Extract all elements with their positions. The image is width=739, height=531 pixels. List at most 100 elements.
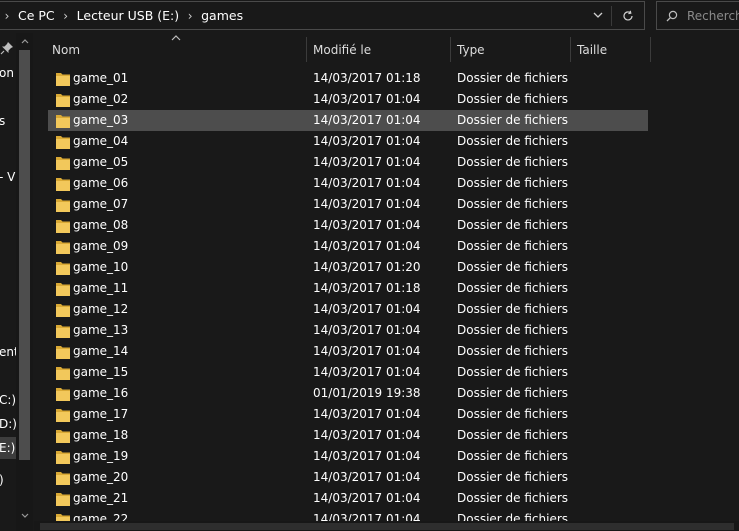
file-row[interactable]: game_04 14/03/2017 01:04 Dossier de fichie… (48, 131, 648, 152)
file-type: Dossier de fichiers (457, 344, 569, 358)
file-modified-date: 14/03/2017 01:04 (313, 92, 421, 106)
folder-icon (56, 325, 70, 338)
file-type: Dossier de fichiers (457, 92, 569, 106)
folder-icon (56, 388, 70, 401)
file-type: Dossier de fichiers (457, 428, 569, 442)
file-name: game_20 (73, 470, 129, 484)
file-row[interactable]: game_02 14/03/2017 01:04 Dossier de fichie… (48, 89, 648, 110)
file-row[interactable]: game_15 14/03/2017 01:04 Dossier de fichie… (48, 362, 648, 383)
column-resize-handle[interactable] (570, 37, 571, 62)
file-name: game_07 (73, 197, 129, 211)
folder-icon (56, 304, 70, 317)
breadcrumb-item-usb-drive[interactable]: Lecteur USB (E:) (74, 2, 182, 29)
folder-icon (56, 346, 70, 359)
nav-item-fragment[interactable]: on (0, 66, 14, 80)
file-row[interactable]: game_20 14/03/2017 01:04 Dossier de fichie… (48, 467, 648, 488)
horizontal-scrollbar-thumb[interactable] (40, 523, 734, 530)
nav-scrollbar-thumb[interactable] (19, 50, 30, 460)
breadcrumb-separator-icon[interactable]: › (182, 2, 198, 29)
file-type: Dossier de fichiers (457, 113, 569, 127)
file-row[interactable]: game_18 14/03/2017 01:04 Dossier de fichie… (48, 425, 648, 446)
file-modified-date: 14/03/2017 01:04 (313, 239, 421, 253)
file-row[interactable]: game_19 14/03/2017 01:04 Dossier de fichie… (48, 446, 648, 467)
address-bar[interactable]: › Ce PC › Lecteur USB (E:) › games (0, 1, 645, 30)
address-bar-area: › Ce PC › Lecteur USB (E:) › games Reche… (0, 0, 739, 33)
nav-item-drive-c[interactable]: C:) (0, 393, 16, 407)
navigation-pane: on s - V ent C:) D:) E:) ) (0, 33, 34, 531)
file-row[interactable]: game_08 14/03/2017 01:04 Dossier de fichie… (48, 215, 648, 236)
folder-icon (56, 283, 70, 296)
file-type: Dossier de fichiers (457, 302, 569, 316)
file-modified-date: 14/03/2017 01:04 (313, 344, 421, 358)
file-modified-date: 14/03/2017 01:04 (313, 113, 421, 127)
nav-scroll-up-button[interactable] (16, 33, 33, 49)
file-name: game_14 (73, 344, 129, 358)
file-row[interactable]: game_01 14/03/2017 01:18 Dossier de fichie… (48, 68, 648, 89)
nav-item-fragment[interactable]: ) (0, 473, 4, 487)
file-type: Dossier de fichiers (457, 176, 569, 190)
file-type: Dossier de fichiers (457, 407, 569, 421)
folder-icon (56, 262, 70, 275)
file-row[interactable]: game_03 14/03/2017 01:04 Dossier de fichie… (48, 110, 648, 131)
file-row[interactable]: game_12 14/03/2017 01:04 Dossier de fichie… (48, 299, 648, 320)
file-name: game_03 (73, 113, 129, 127)
nav-scroll-down-button[interactable] (16, 507, 33, 523)
file-name: game_18 (73, 428, 129, 442)
breadcrumb-separator-icon[interactable]: › (0, 2, 15, 29)
file-modified-date: 14/03/2017 01:04 (313, 470, 421, 484)
file-row[interactable]: game_05 14/03/2017 01:04 Dossier de fichie… (48, 152, 648, 173)
file-modified-date: 14/03/2017 01:04 (313, 155, 421, 169)
file-row[interactable]: game_06 14/03/2017 01:04 Dossier de fichie… (48, 173, 648, 194)
file-modified-date: 14/03/2017 01:04 (313, 449, 421, 463)
file-name: game_01 (73, 71, 129, 85)
pin-icon[interactable] (0, 41, 14, 55)
file-modified-date: 14/03/2017 01:18 (313, 281, 421, 295)
refresh-button[interactable] (613, 2, 643, 29)
column-header-name[interactable]: Nom (47, 33, 305, 66)
breadcrumb-item-games[interactable]: games (198, 2, 246, 29)
breadcrumb-separator-icon[interactable]: › (58, 2, 74, 29)
search-box[interactable]: Recherch (656, 1, 739, 30)
file-row[interactable]: game_16 01/01/2019 19:38 Dossier de fichie… (48, 383, 648, 404)
nav-item-fragment[interactable]: - V (0, 170, 15, 184)
chevron-up-icon (21, 38, 28, 43)
address-history-dropdown[interactable] (587, 2, 609, 29)
file-name: game_12 (73, 302, 129, 316)
column-resize-handle[interactable] (450, 37, 451, 62)
horizontal-scrollbar[interactable] (34, 521, 739, 531)
file-type: Dossier de fichiers (457, 491, 569, 505)
file-name: game_05 (73, 155, 129, 169)
breadcrumb-item-this-pc[interactable]: Ce PC (15, 2, 58, 29)
file-row[interactable]: game_10 14/03/2017 01:20 Dossier de fichie… (48, 257, 648, 278)
chevron-down-icon (21, 513, 28, 518)
search-input[interactable]: Recherch (687, 9, 739, 23)
file-row[interactable]: game_17 14/03/2017 01:04 Dossier de fichie… (48, 404, 648, 425)
file-name: game_21 (73, 491, 129, 505)
file-name: game_19 (73, 449, 129, 463)
file-name: game_02 (73, 92, 129, 106)
nav-item-drive-d[interactable]: D:) (0, 417, 17, 431)
file-modified-date: 14/03/2017 01:18 (313, 71, 421, 85)
file-list: Nom Modifié le Type Taille game_01 14/03/… (34, 33, 739, 531)
folder-icon (56, 220, 70, 233)
folder-icon (56, 94, 70, 107)
file-row[interactable]: game_07 14/03/2017 01:04 Dossier de fichie… (48, 194, 648, 215)
file-name: game_13 (73, 323, 129, 337)
nav-item-fragment[interactable]: s (0, 114, 5, 128)
column-resize-handle[interactable] (306, 37, 307, 62)
file-row[interactable]: game_09 14/03/2017 01:04 Dossier de fichie… (48, 236, 648, 257)
column-header-size[interactable]: Taille (572, 33, 650, 66)
file-modified-date: 14/03/2017 01:04 (313, 323, 421, 337)
file-row[interactable]: game_11 14/03/2017 01:18 Dossier de fichie… (48, 278, 648, 299)
column-resize-handle[interactable] (650, 37, 651, 62)
column-header-type[interactable]: Type (452, 33, 570, 66)
file-modified-date: 01/01/2019 19:38 (313, 386, 421, 400)
address-divider (611, 6, 612, 26)
file-row[interactable]: game_13 14/03/2017 01:04 Dossier de fichie… (48, 320, 648, 341)
search-icon (657, 10, 687, 22)
nav-item-drive-e[interactable]: E:) (0, 441, 15, 455)
file-row[interactable]: game_21 14/03/2017 01:04 Dossier de fichie… (48, 488, 648, 509)
file-modified-date: 14/03/2017 01:04 (313, 176, 421, 190)
file-row[interactable]: game_14 14/03/2017 01:04 Dossier de fichie… (48, 341, 648, 362)
column-header-modified[interactable]: Modifié le (308, 33, 450, 66)
